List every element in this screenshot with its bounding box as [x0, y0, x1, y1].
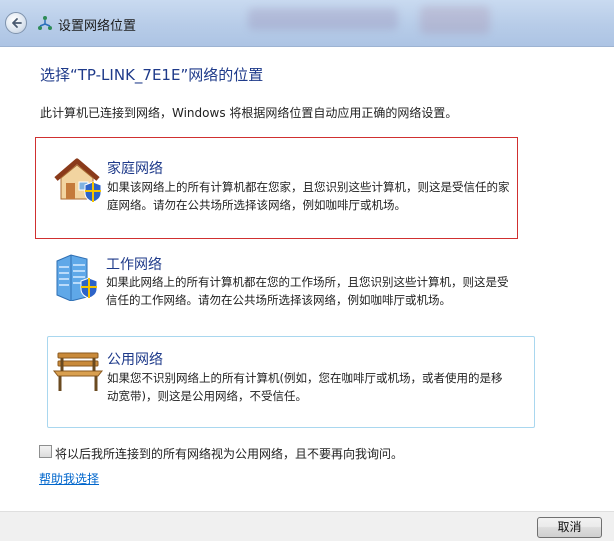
- page-heading: 选择“TP-LINK_7E1E”网络的位置: [40, 66, 264, 84]
- public-network-title: 公用网络: [107, 352, 163, 368]
- intro-text: 此计算机已连接到网络，Windows 将根据网络位置自动应用正确的网络设置。: [40, 106, 458, 120]
- public-network-option[interactable]: 公用网络 如果您不识别网络上的所有计算机(例如，您在咖啡厅或机场，或者使用的是移…: [47, 336, 535, 428]
- checkbox-label[interactable]: 将以后我所连接到的所有网络视为公用网络，且不要再向我询问。: [55, 445, 403, 462]
- window-title: 设置网络位置: [58, 19, 137, 34]
- work-network-icon: [56, 254, 98, 301]
- treat-as-public-checkbox[interactable]: [39, 445, 52, 458]
- home-network-description: 如果该网络上的所有计算机都在您家，且您识别这些计算机，则这是受信任的家 庭网络。…: [107, 180, 510, 212]
- footer-bar: [0, 511, 614, 541]
- work-network-title: 工作网络: [106, 257, 162, 273]
- cancel-button[interactable]: 取消: [537, 517, 602, 538]
- work-network-description: 如果此网络上的所有计算机都在您的工作场所，且您识别这些计算机，则这是受 信任的工…: [106, 275, 509, 307]
- public-network-description: 如果您不识别网络上的所有计算机(例如，您在咖啡厅或机场，或者使用的是移 动宽带)…: [107, 371, 503, 403]
- back-arrow-icon: [12, 18, 22, 28]
- public-network-icon: [52, 352, 104, 391]
- network-icon: [38, 16, 52, 30]
- help-me-choose-link[interactable]: 帮助我选择: [39, 470, 99, 487]
- home-network-title: 家庭网络: [107, 161, 163, 177]
- work-network-option[interactable]: 工作网络 如果此网络上的所有计算机都在您的工作场所，且您识别这些计算机，则这是受…: [47, 247, 535, 331]
- home-network-icon: [54, 158, 102, 203]
- home-network-option[interactable]: 家庭网络 如果该网络上的所有计算机都在您家，且您识别这些计算机，则这是受信任的家…: [35, 137, 518, 239]
- title-bar: 设置网络位置: [0, 0, 614, 47]
- back-button[interactable]: [5, 12, 27, 34]
